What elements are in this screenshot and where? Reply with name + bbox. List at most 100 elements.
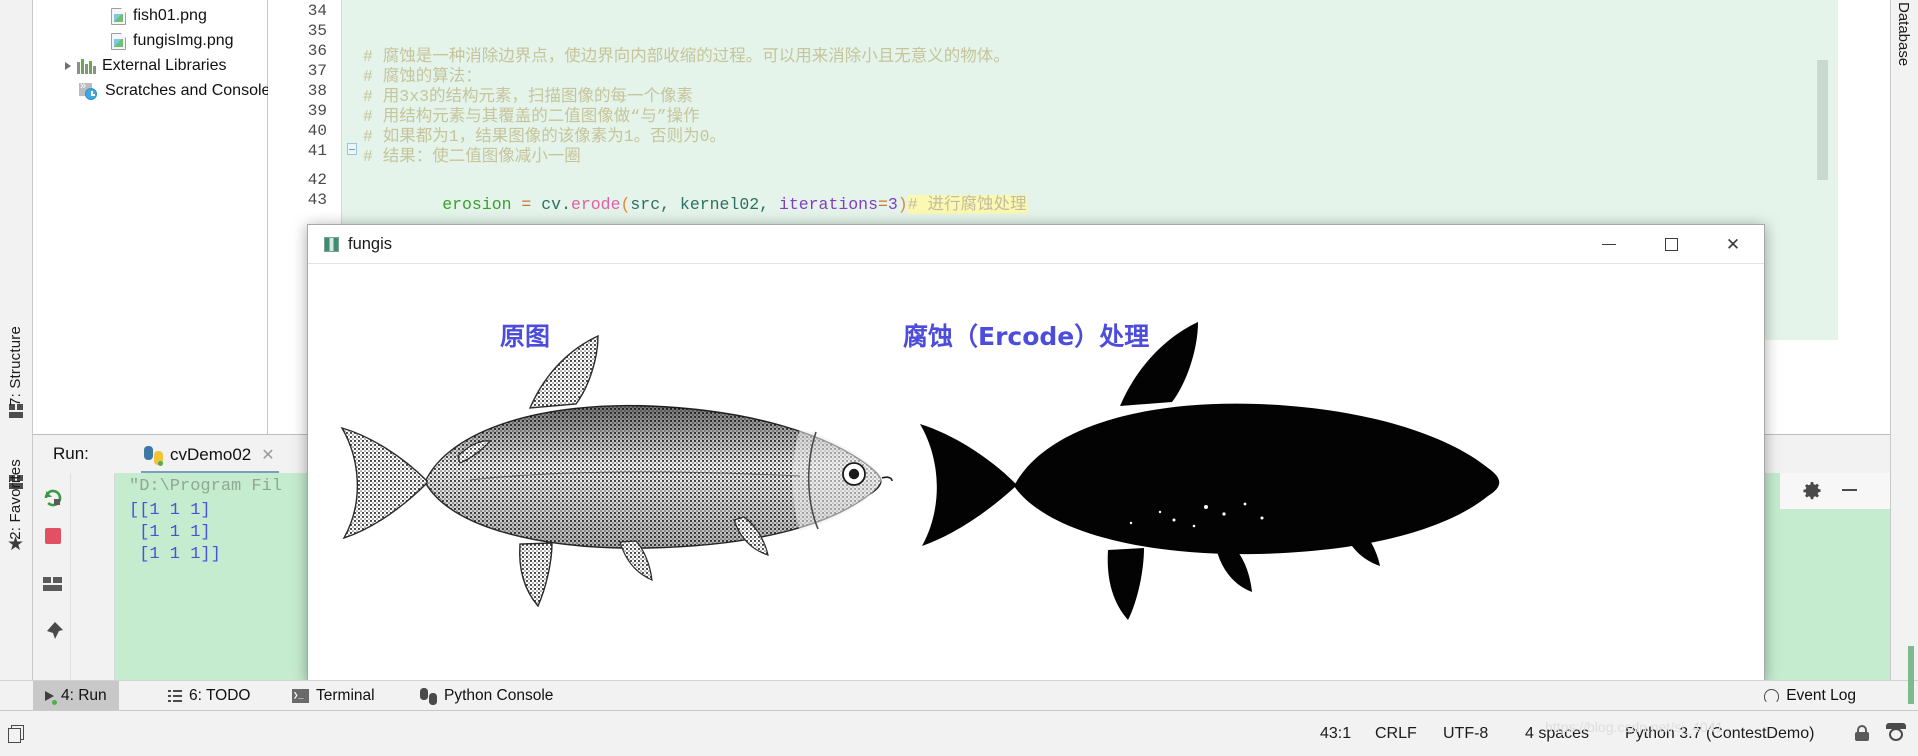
code-token-arg1: src <box>630 195 661 214</box>
png-file-icon <box>111 7 126 25</box>
list-item[interactable]: fungisImg.png <box>111 29 234 53</box>
tool-window-todo-label: 6: TODO <box>189 687 251 704</box>
fungis-canvas: 原图 腐蚀（Ercode）处理 <box>310 264 1762 679</box>
tool-window-terminal-label: Terminal <box>316 687 375 704</box>
right-tool-strip: Database <box>1890 0 1918 720</box>
fungis-title-bar[interactable]: fungis ✕ <box>308 225 1764 264</box>
line-number: 42 <box>307 171 327 189</box>
list-item-label: fish01.png <box>133 7 207 24</box>
code-token-close-paren: ) <box>897 195 908 214</box>
code-token-kwarg-eq: = <box>877 195 888 214</box>
left-tool-strip: 7: Structure 2: Favorites ★ <box>0 0 33 720</box>
sidebar-item-structure[interactable]: 7: Structure <box>0 322 32 410</box>
line-number: 36 <box>307 42 327 60</box>
code-line: # 结果：使二值图像减小一圈 <box>363 147 581 166</box>
code-token-comma1: , <box>660 195 680 214</box>
star-icon[interactable]: ★ <box>7 533 24 556</box>
lock-icon[interactable] <box>1855 725 1869 741</box>
close-icon: ✕ <box>1725 234 1741 254</box>
tool-window-terminal[interactable]: Terminal <box>280 681 387 711</box>
list-item-label: Scratches and Consoles <box>105 82 279 99</box>
console-line: [[1 1 1] <box>129 501 211 520</box>
run-window-controls <box>1780 473 1890 509</box>
caret-position[interactable]: 43:1 <box>1320 725 1351 743</box>
rerun-icon[interactable] <box>42 487 64 509</box>
run-toolbar-secondary: » <box>71 473 148 700</box>
run-toolbar-primary <box>33 473 71 700</box>
image-window-icon <box>324 236 339 252</box>
python-console-icon <box>420 687 437 705</box>
event-log-icon <box>1764 688 1780 704</box>
list-item[interactable]: fish01.png <box>111 4 207 28</box>
run-tab-label: cvDemo02 <box>170 445 252 464</box>
bottom-tool-bar: 4: Run 6: TODO Terminal Python Console E… <box>0 680 1918 711</box>
code-token-trailing-comment: # 进行腐蚀处理 <box>907 195 1027 214</box>
code-fold-marker[interactable] <box>347 143 357 155</box>
tool-window-run[interactable]: 4: Run <box>33 681 119 711</box>
code-token-comma2: , <box>759 195 779 214</box>
code-token-arg2: kernel02 <box>679 195 760 214</box>
code-token-module: cv <box>541 195 562 214</box>
tool-window-todo[interactable]: 6: TODO <box>156 681 262 711</box>
project-window-icon[interactable] <box>8 723 30 745</box>
list-item[interactable]: External Libraries <box>65 54 227 78</box>
run-triangle-icon <box>45 691 57 705</box>
sidebar-item-database[interactable]: Database <box>1895 2 1912 66</box>
minimize-button[interactable] <box>1578 225 1640 264</box>
stop-icon[interactable] <box>42 525 64 547</box>
line-number: 40 <box>307 122 327 140</box>
settings-gear-icon[interactable] <box>1802 481 1822 506</box>
sidebar-item-favorites-label: 2: Favorites <box>7 459 24 540</box>
console-line: [1 1 1]] <box>129 545 221 564</box>
editor-scrollbar[interactable] <box>1817 60 1828 180</box>
list-item[interactable]: Scratches and Consoles <box>79 79 278 103</box>
tool-window-run-label: 4: Run <box>61 687 107 704</box>
file-encoding[interactable]: UTF-8 <box>1443 725 1488 743</box>
project-tree-panel: fish01.png fungisImg.png External Librar… <box>33 0 278 443</box>
terminal-icon <box>292 689 309 703</box>
minimize-icon[interactable] <box>1842 489 1857 491</box>
code-token-open-paren: ( <box>620 195 631 214</box>
code-token-dot: . <box>561 195 571 214</box>
line-number: 34 <box>307 2 327 20</box>
line-separator[interactable]: CRLF <box>1375 725 1417 743</box>
console-line: "D:\Program Fil <box>129 477 283 496</box>
close-button[interactable]: ✕ <box>1702 225 1764 264</box>
window-title: fungis <box>348 234 393 253</box>
event-log-button[interactable]: Event Log <box>1764 681 1856 711</box>
code-token-variable: erosion <box>442 195 512 214</box>
list-item-label: fungisImg.png <box>133 32 234 49</box>
close-icon[interactable]: ✕ <box>261 445 274 465</box>
event-log-label: Event Log <box>1786 687 1856 704</box>
line-number: 39 <box>307 102 327 120</box>
todo-list-icon <box>168 690 182 702</box>
run-label: Run: <box>53 444 89 463</box>
status-bar: 43:1 CRLF UTF-8 4 spaces Python 3.7 (Con… <box>0 710 1918 756</box>
console-scrollbar[interactable] <box>1908 646 1914 704</box>
tool-window-python-console-label: Python Console <box>444 687 554 704</box>
sidebar-item-favorites[interactable]: 2: Favorites <box>0 455 32 544</box>
run-tab-cvdemo02[interactable]: cvDemo02 ✕ <box>138 440 281 470</box>
scratches-icon <box>79 80 98 100</box>
list-item-label: External Libraries <box>102 57 227 74</box>
watermark-text: https://blog.csdn.net/sj_4041 <box>1545 719 1724 735</box>
maximize-button[interactable] <box>1640 225 1702 264</box>
line-number: 37 <box>307 62 327 80</box>
code-token-function: erode <box>570 195 621 214</box>
tool-window-python-console[interactable]: Python Console <box>408 681 565 711</box>
line-number: 35 <box>307 22 327 40</box>
line-number: 38 <box>307 82 327 100</box>
layout-icon[interactable] <box>42 573 64 595</box>
code-token-equals: = <box>511 195 542 214</box>
code-token-kwarg-value: 3 <box>887 195 898 214</box>
sidebar-item-structure-label: 7: Structure <box>7 326 24 406</box>
line-number: 43 <box>307 191 327 209</box>
png-file-icon <box>111 32 126 50</box>
pin-icon[interactable] <box>42 621 64 643</box>
library-icon <box>77 58 96 74</box>
python-file-icon <box>144 445 163 466</box>
sidebar-item-database-label: Database <box>1895 2 1912 67</box>
inspector-hacker-icon[interactable] <box>1886 723 1906 743</box>
chevron-right-icon[interactable] <box>65 62 71 70</box>
ide-window: 7: Structure 2: Favorites ★ fish01.png f… <box>0 0 1918 756</box>
